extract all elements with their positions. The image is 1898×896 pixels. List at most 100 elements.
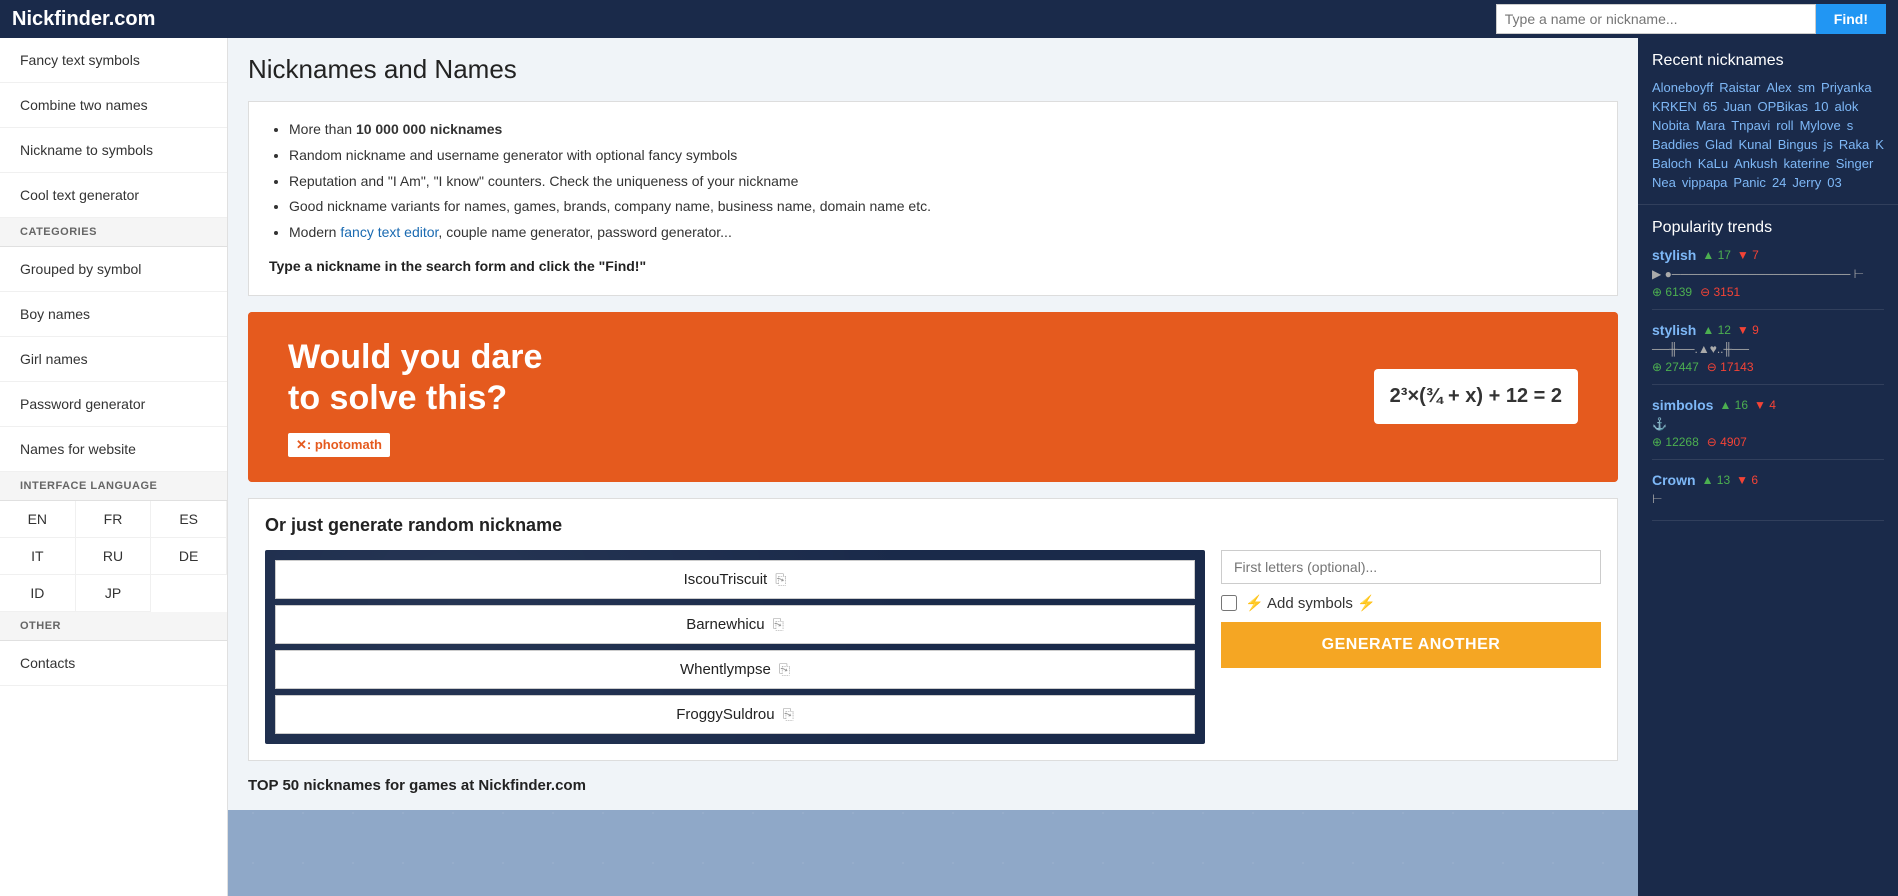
sidebar-item-nickname-symbols[interactable]: Nickname to symbols bbox=[0, 128, 227, 173]
trend-down-count: ▼ 4 bbox=[1754, 398, 1776, 412]
recent-name-item[interactable]: Singer bbox=[1836, 156, 1874, 171]
search-input[interactable] bbox=[1496, 4, 1816, 34]
recent-name-item[interactable]: Baddies bbox=[1652, 137, 1699, 152]
right-panel: ⚡ Add symbols ⚡ GENERATE ANOTHER bbox=[1221, 550, 1601, 744]
trend-name[interactable]: stylish bbox=[1652, 322, 1696, 338]
recent-name-item[interactable]: Bingus bbox=[1778, 137, 1818, 152]
recent-name-item[interactable]: OPBikas bbox=[1757, 99, 1808, 114]
recent-title: Recent nicknames bbox=[1652, 52, 1884, 70]
sidebar-item-contacts[interactable]: Contacts bbox=[0, 641, 227, 686]
recent-name-item[interactable]: Nobita bbox=[1652, 118, 1690, 133]
name-entry-2[interactable]: Whentlympse ⎘ bbox=[275, 650, 1195, 689]
lang-fr[interactable]: FR bbox=[76, 501, 152, 538]
trend-stat-plus: ⊕ 27447 bbox=[1652, 360, 1699, 374]
trend-item: stylish ▲ 12 ▼ 9 ──╫──.▲♥..╫── ⊕ 27447 ⊖… bbox=[1652, 322, 1884, 385]
sidebar-item-cool-text[interactable]: Cool text generator bbox=[0, 173, 227, 218]
info-bullet-1: More than 10 000 000 nicknames bbox=[289, 121, 502, 137]
recent-name-item[interactable]: sm bbox=[1798, 80, 1815, 95]
generator-section: Or just generate random nickname IscouTr… bbox=[248, 498, 1618, 761]
info-bullet-4: Good nickname variants for names, games,… bbox=[289, 198, 931, 214]
sidebar-item-combine-two[interactable]: Combine two names bbox=[0, 83, 227, 128]
lang-id[interactable]: ID bbox=[0, 575, 76, 612]
recent-name-item[interactable]: Nea bbox=[1652, 175, 1676, 190]
recent-name-item[interactable]: roll bbox=[1776, 118, 1793, 133]
trend-symbol-preview: ▶ ●───────────────────── ⊢ bbox=[1652, 267, 1884, 281]
info-bullet-5: Modern fancy text editor, couple name ge… bbox=[289, 221, 1597, 245]
trend-name[interactable]: Crown bbox=[1652, 472, 1696, 488]
trend-name[interactable]: stylish bbox=[1652, 247, 1696, 263]
trends-list: stylish ▲ 17 ▼ 7 ▶ ●────────────────────… bbox=[1652, 247, 1884, 521]
name-entry-3[interactable]: FroggySuldrou ⎘ bbox=[275, 695, 1195, 734]
name-entry-0[interactable]: IscouTriscuit ⎘ bbox=[275, 560, 1195, 599]
trend-up-count: ▲ 13 bbox=[1702, 473, 1731, 487]
recent-name-item[interactable]: Aloneboyff bbox=[1652, 80, 1713, 95]
right-sidebar: Recent nicknames Aloneboyff Raistar Alexsm… bbox=[1638, 38, 1898, 896]
recent-name-item[interactable]: vippapa bbox=[1682, 175, 1728, 190]
add-symbols-checkbox[interactable] bbox=[1221, 595, 1237, 611]
recent-name-item[interactable]: 24 bbox=[1772, 175, 1786, 190]
recent-name-item[interactable]: Kunal bbox=[1738, 137, 1771, 152]
main-content: Nicknames and Names More than 10 000 000… bbox=[228, 38, 1638, 896]
sidebar-item-grouped-symbol[interactable]: Grouped by symbol bbox=[0, 247, 227, 292]
recent-name-item[interactable]: 65 bbox=[1703, 99, 1717, 114]
recent-name-item[interactable]: Ankush bbox=[1734, 156, 1777, 171]
recent-name-item[interactable]: KRKEN bbox=[1652, 99, 1697, 114]
find-button[interactable]: Find! bbox=[1816, 4, 1886, 34]
recent-name-item[interactable]: Priyanka bbox=[1821, 80, 1872, 95]
copy-icon-1[interactable]: ⎘ bbox=[773, 616, 784, 633]
recent-name-item[interactable]: katerine bbox=[1784, 156, 1830, 171]
recent-section: Recent nicknames Aloneboyff Raistar Alexsm… bbox=[1638, 38, 1898, 205]
recent-name-item[interactable]: 10 bbox=[1814, 99, 1828, 114]
language-header: INTERFACE LANGUAGE bbox=[0, 472, 227, 501]
recent-name-item[interactable]: Mara bbox=[1696, 118, 1726, 133]
sidebar-item-fancy-text[interactable]: Fancy text symbols bbox=[0, 38, 227, 83]
lang-de[interactable]: DE bbox=[151, 538, 227, 575]
trend-stat-plus: ⊕ 6139 bbox=[1652, 285, 1692, 299]
add-symbols-label[interactable]: ⚡ Add symbols ⚡ bbox=[1245, 594, 1376, 612]
recent-name-item[interactable]: Raka bbox=[1839, 137, 1869, 152]
recent-name-item[interactable]: Tnpavi bbox=[1731, 118, 1770, 133]
trend-down-count: ▼ 9 bbox=[1737, 323, 1759, 337]
trend-symbol-preview: ⊢ bbox=[1652, 492, 1884, 506]
sidebar-item-names-website[interactable]: Names for website bbox=[0, 427, 227, 472]
lang-jp[interactable]: JP bbox=[76, 575, 152, 612]
trend-stat-minus: ⊖ 17143 bbox=[1707, 360, 1754, 374]
copy-icon-2[interactable]: ⎘ bbox=[779, 661, 790, 678]
lang-en[interactable]: EN bbox=[0, 501, 76, 538]
recent-name-item[interactable]: alok bbox=[1835, 99, 1859, 114]
info-bullet-3: Reputation and "I Am", "I know" counters… bbox=[289, 173, 798, 189]
recent-name-item[interactable]: Juan bbox=[1723, 99, 1751, 114]
lang-ru[interactable]: RU bbox=[76, 538, 152, 575]
trend-name[interactable]: simbolos bbox=[1652, 397, 1713, 413]
recent-name-item[interactable]: js bbox=[1823, 137, 1832, 152]
recent-name-item[interactable]: Baloch bbox=[1652, 156, 1692, 171]
trend-up-count: ▲ 12 bbox=[1702, 323, 1731, 337]
trends-section: Popularity trends stylish ▲ 17 ▼ 7 ▶ ●──… bbox=[1638, 205, 1898, 547]
lang-it[interactable]: IT bbox=[0, 538, 76, 575]
copy-icon-3[interactable]: ⎘ bbox=[783, 706, 794, 723]
site-logo[interactable]: Nickfinder.com bbox=[12, 8, 155, 31]
sidebar-item-girl-names[interactable]: Girl names bbox=[0, 337, 227, 382]
other-header: OTHER bbox=[0, 612, 227, 641]
recent-name-item[interactable]: KaLu bbox=[1698, 156, 1728, 171]
recent-name-item[interactable]: K bbox=[1875, 137, 1884, 152]
name-entry-1[interactable]: Barnewhicu ⎘ bbox=[275, 605, 1195, 644]
top50-label: TOP 50 nicknames for games at Nickfinder… bbox=[248, 777, 1618, 794]
recent-name-item[interactable]: Alex bbox=[1766, 80, 1791, 95]
recent-name-item[interactable]: Panic bbox=[1733, 175, 1766, 190]
copy-icon-0[interactable]: ⎘ bbox=[775, 571, 786, 588]
recent-name-item[interactable]: 03 bbox=[1827, 175, 1841, 190]
recent-name-item[interactable]: Jerry bbox=[1792, 175, 1821, 190]
first-letters-input[interactable] bbox=[1221, 550, 1601, 584]
sidebar-item-boy-names[interactable]: Boy names bbox=[0, 292, 227, 337]
generator-title: Or just generate random nickname bbox=[265, 515, 1601, 536]
recent-name-item[interactable]: Mylove bbox=[1800, 118, 1841, 133]
sidebar-item-password-gen[interactable]: Password generator bbox=[0, 382, 227, 427]
generate-another-button[interactable]: GENERATE ANOTHER bbox=[1221, 622, 1601, 668]
lang-es[interactable]: ES bbox=[151, 501, 227, 538]
recent-name-item[interactable]: s bbox=[1847, 118, 1854, 133]
recent-name-item[interactable]: Glad bbox=[1705, 137, 1732, 152]
recent-name-item[interactable]: Raistar bbox=[1719, 80, 1760, 95]
trend-up-count: ▲ 16 bbox=[1719, 398, 1748, 412]
fancy-text-link[interactable]: fancy text editor bbox=[340, 224, 438, 240]
